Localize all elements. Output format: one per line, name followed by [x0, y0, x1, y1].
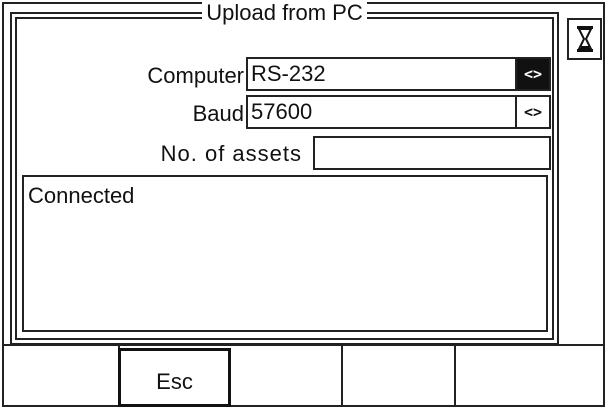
softkey-4[interactable]: [343, 346, 456, 407]
softkey-esc[interactable]: Esc: [118, 348, 231, 407]
asset-count-field: [313, 136, 551, 170]
hourglass-icon: [567, 18, 602, 60]
softkey-3[interactable]: [230, 346, 343, 407]
hourglass-icon-glyph: [576, 26, 593, 52]
asset-count-label: No. of assets: [160, 141, 302, 166]
baud-rate-field[interactable]: 57600: [246, 95, 517, 129]
softkey-1[interactable]: [4, 346, 120, 407]
status-message: Connected: [28, 183, 135, 208]
baud-rate-spinner[interactable]: <>: [515, 95, 551, 129]
computer-label: Computer: [147, 63, 244, 88]
softkey-5[interactable]: [456, 346, 603, 407]
baud-label: Baud: [192, 101, 244, 126]
computer-port-spinner[interactable]: <>: [515, 57, 551, 91]
softkey-bar: Esc: [4, 344, 603, 407]
status-log: Connected: [22, 175, 548, 332]
dialog-title: Upload from PC: [202, 0, 367, 25]
device-screen: Upload from PC Computer RS-232 <> Baud 5…: [2, 0, 605, 407]
computer-port-field[interactable]: RS-232: [246, 57, 517, 91]
dialog-title-bar: Upload from PC: [12, 0, 557, 25]
upload-dialog: Upload from PC Computer RS-232 <> Baud 5…: [10, 0, 559, 345]
